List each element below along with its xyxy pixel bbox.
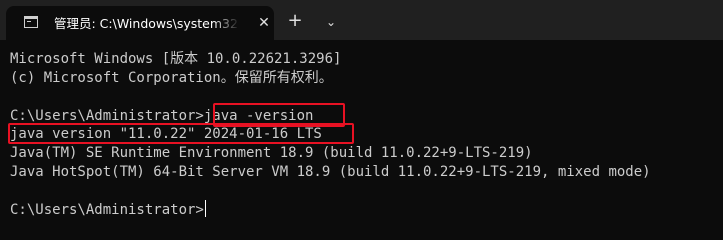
terminal-output[interactable]: Microsoft Windows [版本 10.0.22621.3296] (… bbox=[0, 40, 723, 233]
tab-bar: 管理员: C:\Windows\system32 ✕ + ⌄ bbox=[0, 0, 723, 40]
tab-admin-cmd[interactable]: 管理员: C:\Windows\system32 ✕ bbox=[6, 6, 274, 40]
tab-title: 管理员: C:\Windows\system32 bbox=[54, 16, 238, 31]
close-icon[interactable]: ✕ bbox=[256, 15, 272, 31]
version-line: java version "11.0.22" 2024-01-16 LTS bbox=[10, 126, 322, 142]
chevron-down-icon[interactable]: ⌄ bbox=[321, 11, 341, 33]
text-cursor bbox=[204, 200, 206, 217]
current-prompt[interactable]: C:\Users\Administrator> bbox=[10, 200, 206, 220]
plus-icon[interactable]: + bbox=[284, 11, 306, 33]
terminal-icon bbox=[24, 16, 38, 28]
prompt-line: C:\Users\Administrator>java -version bbox=[10, 108, 314, 124]
prompt-text: C:\Users\Administrator> bbox=[10, 202, 204, 218]
output-line: Microsoft Windows [版本 10.0.22621.3296] bbox=[10, 51, 342, 67]
output-line: Java HotSpot(TM) 64-Bit Server VM 18.9 (… bbox=[10, 164, 651, 180]
output-line: (c) Microsoft Corporation。保留所有权利。 bbox=[10, 70, 333, 86]
terminal-window: 管理员: C:\Windows\system32 ✕ + ⌄ Microsoft… bbox=[0, 0, 723, 233]
output-line: Java(TM) SE Runtime Environment 18.9 (bu… bbox=[10, 145, 533, 161]
